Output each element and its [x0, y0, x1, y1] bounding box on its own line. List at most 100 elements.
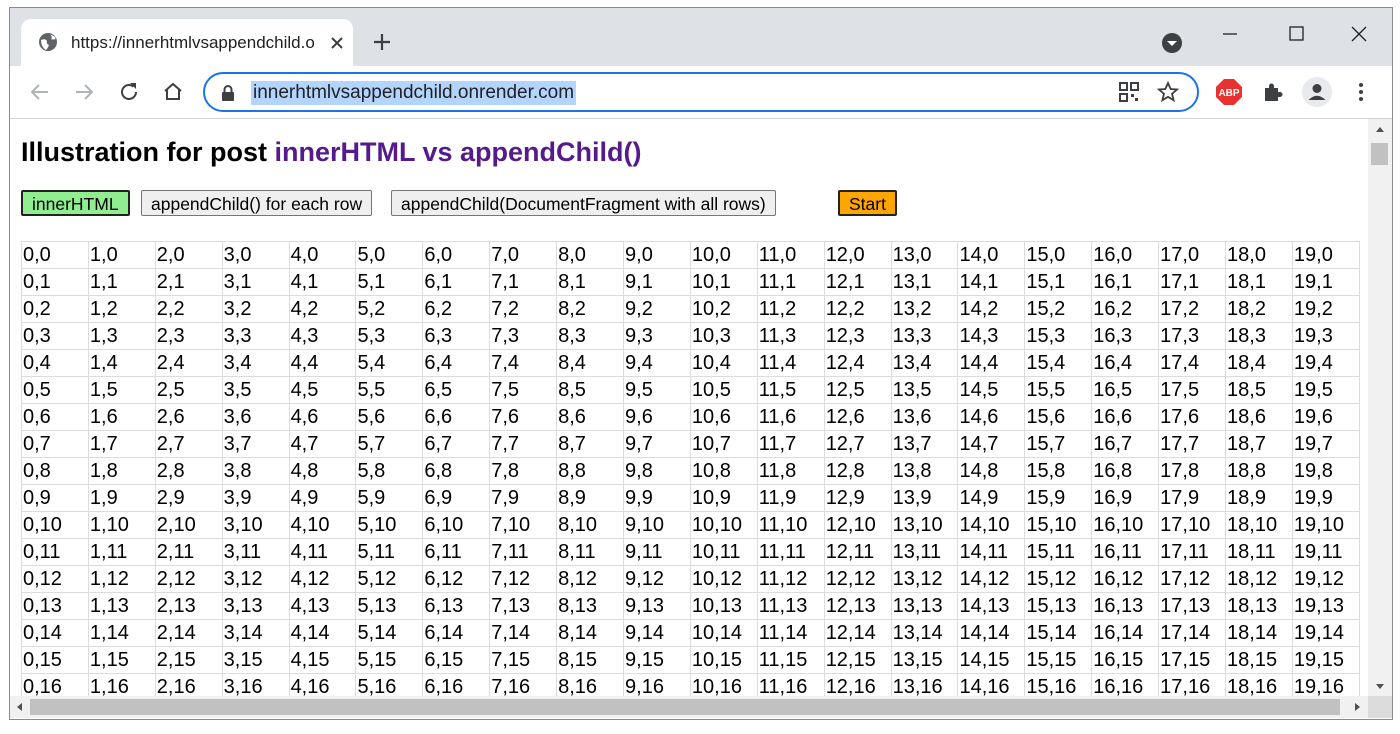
profile-avatar-icon[interactable]: [1301, 76, 1333, 108]
table-cell: 6,13: [422, 592, 491, 620]
appendchild-each-row-button[interactable]: appendChild() for each row: [141, 190, 373, 216]
table-cell: 1,10: [87, 511, 156, 539]
table-cell: 16,12: [1091, 565, 1160, 593]
back-arrow-icon[interactable]: [27, 79, 53, 105]
table-cell: 0,16: [21, 673, 89, 696]
table-cell: 19,10: [1291, 511, 1360, 539]
table-cell: 12,6: [823, 403, 892, 431]
scroll-down-arrow-icon[interactable]: [1374, 680, 1386, 692]
page-viewport: Illustration for post innerHTML vs appen…: [10, 119, 1368, 696]
table-cell: 1,16: [87, 673, 156, 696]
table-cell: 14,5: [957, 376, 1026, 404]
table-cell: 7,14: [489, 619, 558, 647]
table-cell: 2,0: [154, 241, 223, 269]
table-row: 0,1 1,1 2,1 3,1 4,1 5,1 6,1 7,1 8,1 9,1 10,1 11,1 12…: [21, 268, 1360, 296]
table-cell: 11,1: [756, 268, 825, 296]
table-cell: 7,8: [489, 457, 558, 485]
table-cell: 14,15: [957, 646, 1026, 674]
table-cell: 0,10: [21, 511, 89, 539]
scroll-up-arrow-icon[interactable]: [1374, 124, 1386, 136]
table-cell: 17,16: [1158, 673, 1227, 696]
scroll-right-arrow-icon[interactable]: [1351, 701, 1363, 713]
vertical-scroll-thumb[interactable]: [1371, 143, 1388, 165]
close-window-icon[interactable]: [1336, 16, 1382, 52]
post-link[interactable]: innerHTML vs appendChild(): [275, 137, 642, 167]
table-cell: 6,8: [422, 457, 491, 485]
tab-search-icon[interactable]: [1161, 32, 1183, 54]
url-text[interactable]: innerhtmlvsappendchild.onrender.com: [251, 81, 577, 105]
table-row: 0,8 1,8 2,8 3,8 4,8 5,8 6,8 7,8 8,8 9,8 10,8 11,8 12…: [21, 457, 1360, 485]
table-cell: 1,4: [87, 349, 156, 377]
table-cell: 19,4: [1291, 349, 1360, 377]
table-cell: 4,1: [288, 268, 357, 296]
table-cell: 2,10: [154, 511, 223, 539]
extensions-puzzle-icon[interactable]: [1260, 79, 1286, 105]
table-cell: 10,7: [689, 430, 758, 458]
table-cell: 8,16: [556, 673, 625, 696]
table-cell: 12,9: [823, 484, 892, 512]
table-cell: 9,15: [623, 646, 691, 674]
table-cell: 8,0: [556, 241, 625, 269]
table-cell: 11,8: [756, 457, 825, 485]
table-cell: 9,16: [623, 673, 691, 696]
table-cell: 3,0: [221, 241, 290, 269]
browser-tab[interactable]: https://innerhtmlvsappendchild.o: [21, 19, 353, 66]
start-button[interactable]: Start: [838, 190, 897, 216]
table-cell: 15,6: [1024, 403, 1093, 431]
table-cell: 12,3: [823, 322, 892, 350]
table-cell: 7,2: [489, 295, 558, 323]
reload-icon[interactable]: [116, 79, 142, 105]
new-tab-plus-icon[interactable]: [370, 30, 394, 54]
bookmark-star-icon[interactable]: [1156, 80, 1180, 104]
table-cell: 15,9: [1024, 484, 1093, 512]
table-cell: 7,4: [489, 349, 558, 377]
table-cell: 12,0: [823, 241, 892, 269]
vertical-scrollbar[interactable]: [1368, 119, 1392, 696]
table-cell: 13,12: [890, 565, 959, 593]
table-cell: 16,10: [1091, 511, 1160, 539]
abp-label: ABP: [1218, 88, 1239, 99]
table-cell: 2,4: [154, 349, 223, 377]
home-icon[interactable]: [160, 79, 186, 105]
close-tab-icon[interactable]: [327, 33, 347, 53]
table-cell: 10,9: [689, 484, 758, 512]
table-cell: 9,13: [623, 592, 691, 620]
innerhtml-button[interactable]: innerHTML: [21, 190, 130, 216]
table-cell: 6,7: [422, 430, 491, 458]
table-cell: 5,2: [355, 295, 424, 323]
table-cell: 0,2: [21, 295, 89, 323]
table-cell: 15,4: [1024, 349, 1093, 377]
horizontal-scroll-thumb[interactable]: [30, 699, 1340, 715]
address-bar[interactable]: innerhtmlvsappendchild.onrender.com: [203, 72, 1199, 112]
table-cell: 13,16: [890, 673, 959, 696]
table-cell: 18,11: [1225, 538, 1293, 566]
table-cell: 4,3: [288, 322, 357, 350]
qr-code-icon[interactable]: [1118, 81, 1140, 103]
table-cell: 14,14: [957, 619, 1026, 647]
forward-arrow-icon[interactable]: [71, 79, 97, 105]
table-cell: 4,2: [288, 295, 357, 323]
table-cell: 5,1: [355, 268, 424, 296]
minimize-icon[interactable]: [1207, 16, 1253, 52]
lock-icon[interactable]: [220, 84, 236, 102]
table-cell: 15,11: [1024, 538, 1093, 566]
horizontal-scrollbar[interactable]: [10, 696, 1368, 718]
table-cell: 16,1: [1091, 268, 1160, 296]
table-cell: 1,6: [87, 403, 156, 431]
maximize-icon[interactable]: [1273, 16, 1319, 52]
table-cell: 14,4: [957, 349, 1026, 377]
scroll-left-arrow-icon[interactable]: [14, 701, 26, 713]
menu-dots-icon[interactable]: [1348, 79, 1374, 105]
table-cell: 1,7: [87, 430, 156, 458]
table-cell: 6,0: [422, 241, 491, 269]
table-cell: 3,4: [221, 349, 290, 377]
table-cell: 17,5: [1158, 376, 1227, 404]
table-cell: 6,12: [422, 565, 491, 593]
table-cell: 12,7: [823, 430, 892, 458]
table-cell: 6,5: [422, 376, 491, 404]
table-cell: 0,11: [21, 538, 89, 566]
appendchild-fragment-button[interactable]: appendChild(DocumentFragment with all ro…: [391, 190, 776, 216]
table-cell: 7,7: [489, 430, 558, 458]
adblock-plus-icon[interactable]: ABP: [1215, 78, 1243, 106]
table-cell: 10,1: [689, 268, 758, 296]
